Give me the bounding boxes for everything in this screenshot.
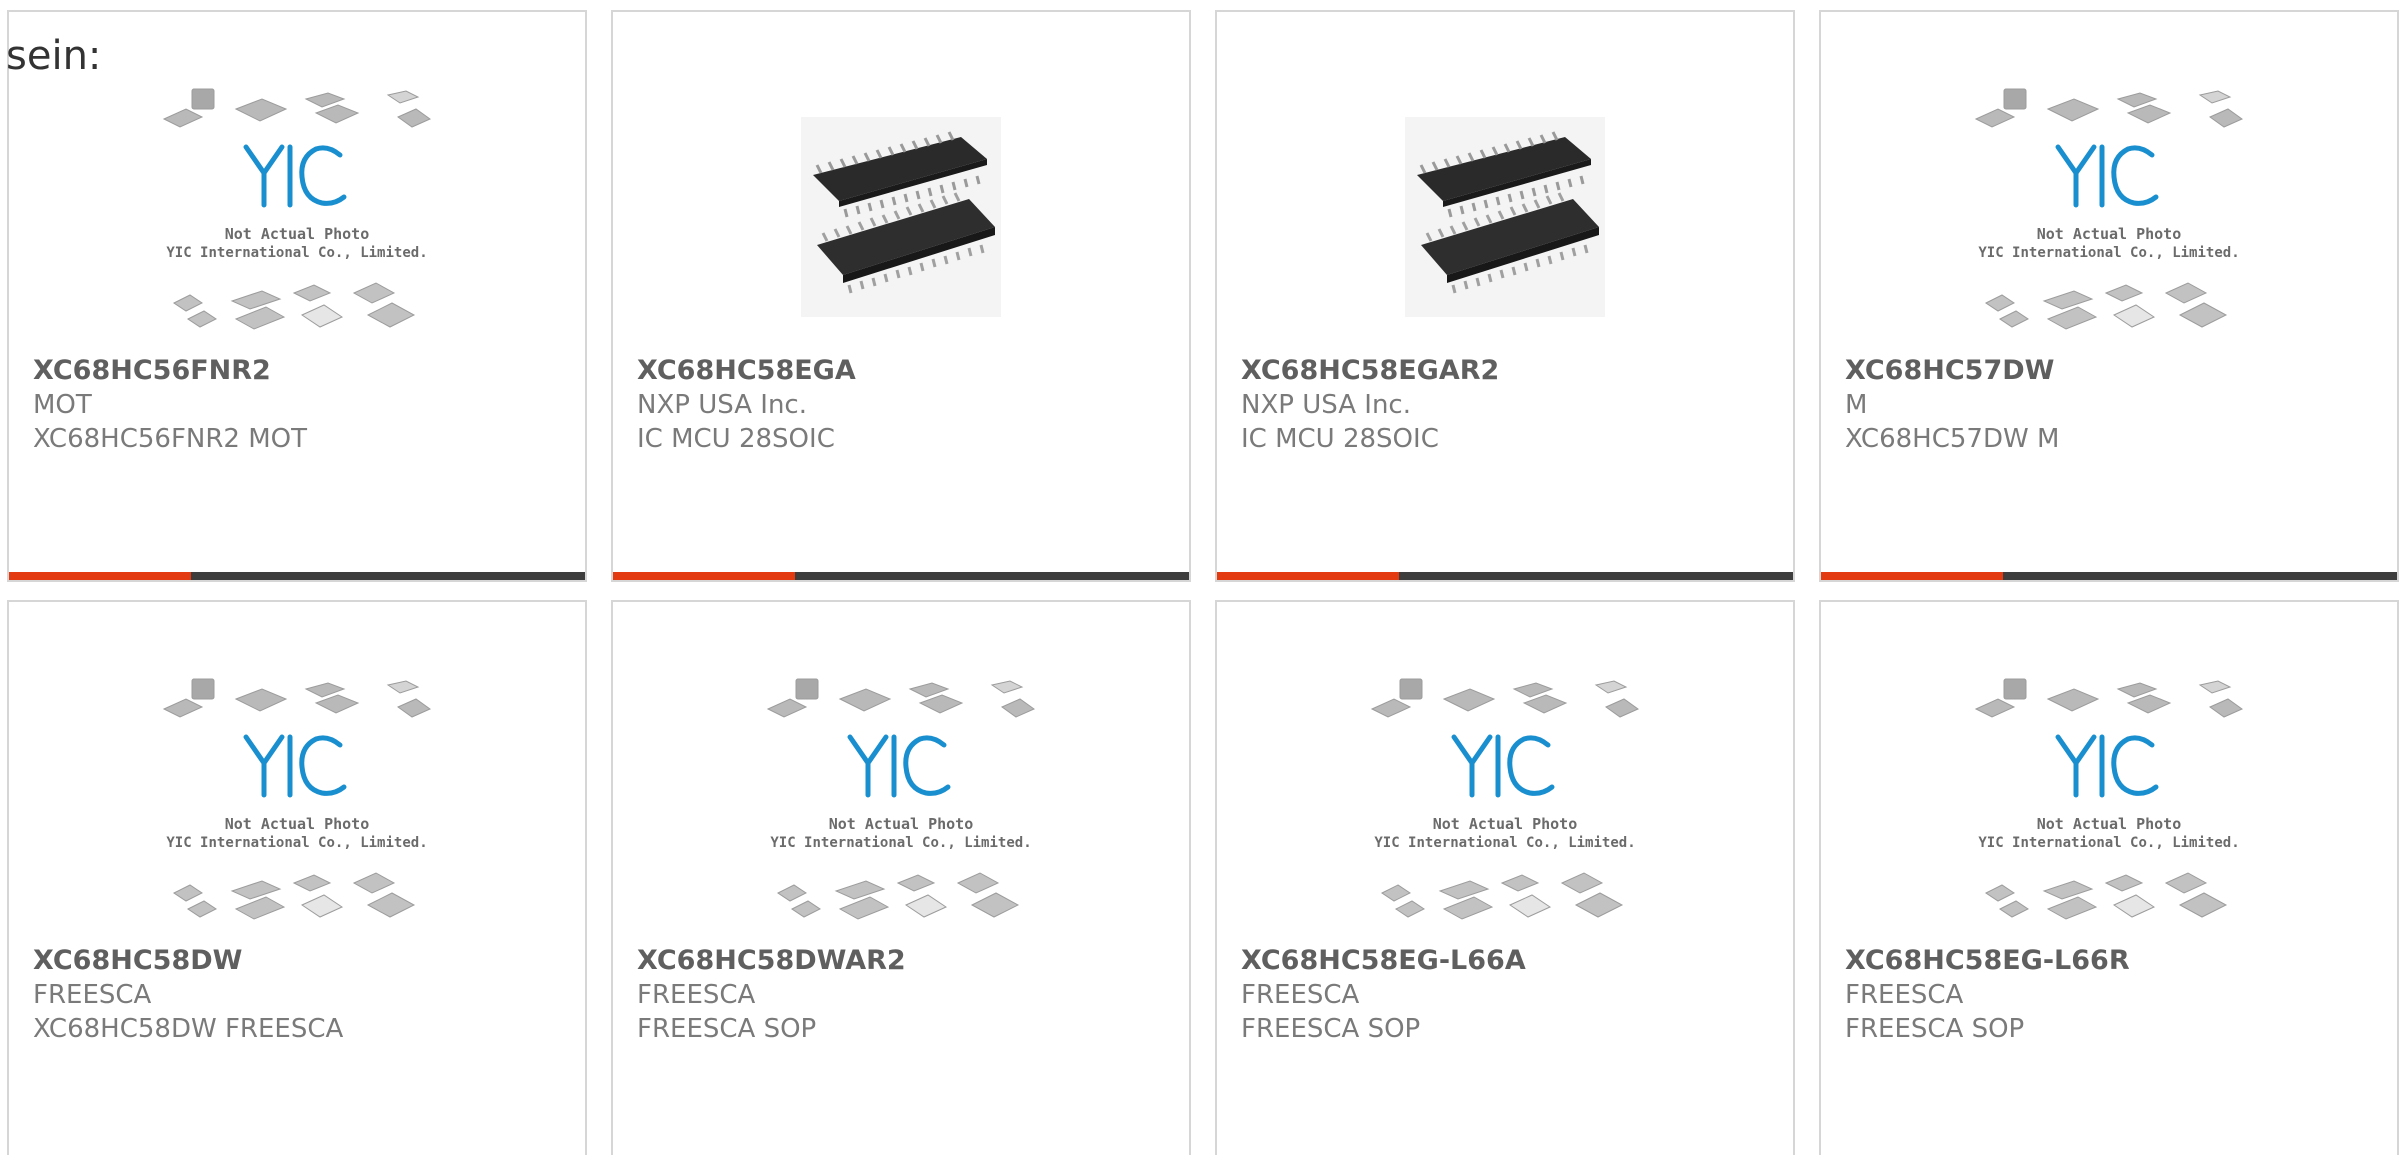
product-card[interactable]: XC68HC58EGA NXP USA Inc. IC MCU 28SOIC (611, 10, 1191, 582)
svg-text:Not Actual Photo: Not Actual Photo (2037, 815, 2182, 833)
svg-text:Not Actual Photo: Not Actual Photo (829, 815, 974, 833)
manufacturer-label: FREESCA (1241, 980, 1360, 1010)
product-image[interactable]: Not Actual Photo YIC International Co., … (613, 662, 1189, 952)
svg-text:Not Actual Photo: Not Actual Photo (2037, 225, 2182, 243)
svg-text:Not Actual Photo: Not Actual Photo (225, 225, 370, 243)
product-card[interactable]: Not Actual Photo YIC International Co., … (1819, 600, 2399, 1155)
svg-text:YIC International Co., Limited: YIC International Co., Limited. (1978, 245, 2239, 261)
product-image[interactable] (1217, 72, 1793, 362)
manufacturer-label: NXP USA Inc. (1241, 390, 1411, 420)
card-bottom-bar (9, 572, 585, 580)
part-number-link[interactable]: XC68HC58EGAR2 (1241, 354, 1777, 388)
soic-chip-icon (801, 117, 1001, 317)
description-label: IC MCU 28SOIC (637, 424, 835, 454)
svg-text:YIC International Co., Limited: YIC International Co., Limited. (1978, 835, 2239, 851)
placeholder-image-icon: Not Actual Photo YIC International Co., … (1974, 678, 2244, 920)
card-accent-bar (613, 572, 795, 580)
part-number-link[interactable]: XC68HC58DW (33, 944, 569, 978)
card-accent-bar (1217, 572, 1399, 580)
manufacturer-label: NXP USA Inc. (637, 390, 807, 420)
product-info: XC68HC57DW M XC68HC57DW M (1845, 354, 2381, 456)
card-accent-bar (1821, 572, 2003, 580)
part-number-link[interactable]: XC68HC57DW (1845, 354, 2381, 388)
part-number-link[interactable]: XC68HC58EGA (637, 354, 1173, 388)
part-number-link[interactable]: XC68HC58EG-L66R (1845, 944, 2381, 978)
placeholder-image-icon: Not Actual Photo YIC International Co., … (162, 678, 432, 920)
description-label: XC68HC56FNR2 MOT (33, 424, 308, 454)
product-grid-page: sein: Not Actual Photo YIC International… (0, 0, 2400, 1155)
card-bottom-bar (1821, 572, 2397, 580)
description-label: XC68HC58DW FREESCA (33, 1014, 344, 1044)
product-image[interactable]: Not Actual Photo YIC International Co., … (1821, 72, 2397, 362)
svg-text:YIC International Co., Limited: YIC International Co., Limited. (1374, 835, 1635, 851)
description-label: FREESCA SOP (1845, 1014, 2025, 1044)
product-info: XC68HC58DW FREESCA XC68HC58DW FREESCA (33, 944, 569, 1046)
manufacturer-label: M (1845, 390, 1868, 420)
card-bottom-bar (1217, 572, 1793, 580)
placeholder-image-icon: Not Actual Photo YIC International Co., … (766, 678, 1036, 920)
product-card[interactable]: Not Actual Photo YIC International Co., … (611, 600, 1191, 1155)
product-image[interactable]: Not Actual Photo YIC International Co., … (9, 72, 585, 362)
card-bottom-bar (613, 572, 1189, 580)
product-info: XC68HC58EG-L66R FREESCA FREESCA SOP (1845, 944, 2381, 1046)
product-image[interactable] (613, 72, 1189, 362)
product-info: XC68HC58EG-L66A FREESCA FREESCA SOP (1241, 944, 1777, 1046)
svg-text:Not Actual Photo: Not Actual Photo (1433, 815, 1578, 833)
product-info: XC68HC56FNR2 MOT XC68HC56FNR2 MOT (33, 354, 569, 456)
description-label: FREESCA SOP (1241, 1014, 1421, 1044)
soic-chip-icon (1405, 117, 1605, 317)
product-card[interactable]: Not Actual Photo YIC International Co., … (1819, 10, 2399, 582)
product-image[interactable]: Not Actual Photo YIC International Co., … (1217, 662, 1793, 952)
manufacturer-label: FREESCA (1845, 980, 1964, 1010)
part-number-link[interactable]: XC68HC56FNR2 (33, 354, 569, 388)
product-card[interactable]: XC68HC58EGAR2 NXP USA Inc. IC MCU 28SOIC (1215, 10, 1795, 582)
description-label: IC MCU 28SOIC (1241, 424, 1439, 454)
svg-text:Not Actual Photo: Not Actual Photo (225, 815, 370, 833)
card-accent-bar (9, 572, 191, 580)
description-label: FREESCA SOP (637, 1014, 817, 1044)
part-number-link[interactable]: XC68HC58EG-L66A (1241, 944, 1777, 978)
svg-text:YIC International Co., Limited: YIC International Co., Limited. (166, 835, 427, 851)
product-info: XC68HC58DWAR2 FREESCA FREESCA SOP (637, 944, 1173, 1046)
product-info: XC68HC58EGA NXP USA Inc. IC MCU 28SOIC (637, 354, 1173, 456)
part-number-link[interactable]: XC68HC58DWAR2 (637, 944, 1173, 978)
product-card[interactable]: Not Actual Photo YIC International Co., … (7, 10, 587, 582)
description-label: XC68HC57DW M (1845, 424, 2060, 454)
product-card[interactable]: Not Actual Photo YIC International Co., … (1215, 600, 1795, 1155)
placeholder-image-icon: Not Actual Photo YIC International Co., … (162, 88, 432, 330)
product-image[interactable]: Not Actual Photo YIC International Co., … (1821, 662, 2397, 952)
section-heading: sein: (6, 33, 102, 79)
placeholder-image-icon: Not Actual Photo YIC International Co., … (1974, 88, 2244, 330)
product-image[interactable]: Not Actual Photo YIC International Co., … (9, 662, 585, 952)
product-card[interactable]: Not Actual Photo YIC International Co., … (7, 600, 587, 1155)
manufacturer-label: FREESCA (33, 980, 152, 1010)
svg-text:YIC International Co., Limited: YIC International Co., Limited. (770, 835, 1031, 851)
placeholder-image-icon: Not Actual Photo YIC International Co., … (1370, 678, 1640, 920)
manufacturer-label: MOT (33, 390, 92, 420)
svg-text:YIC International Co., Limited: YIC International Co., Limited. (166, 245, 427, 261)
manufacturer-label: FREESCA (637, 980, 756, 1010)
product-info: XC68HC58EGAR2 NXP USA Inc. IC MCU 28SOIC (1241, 354, 1777, 456)
